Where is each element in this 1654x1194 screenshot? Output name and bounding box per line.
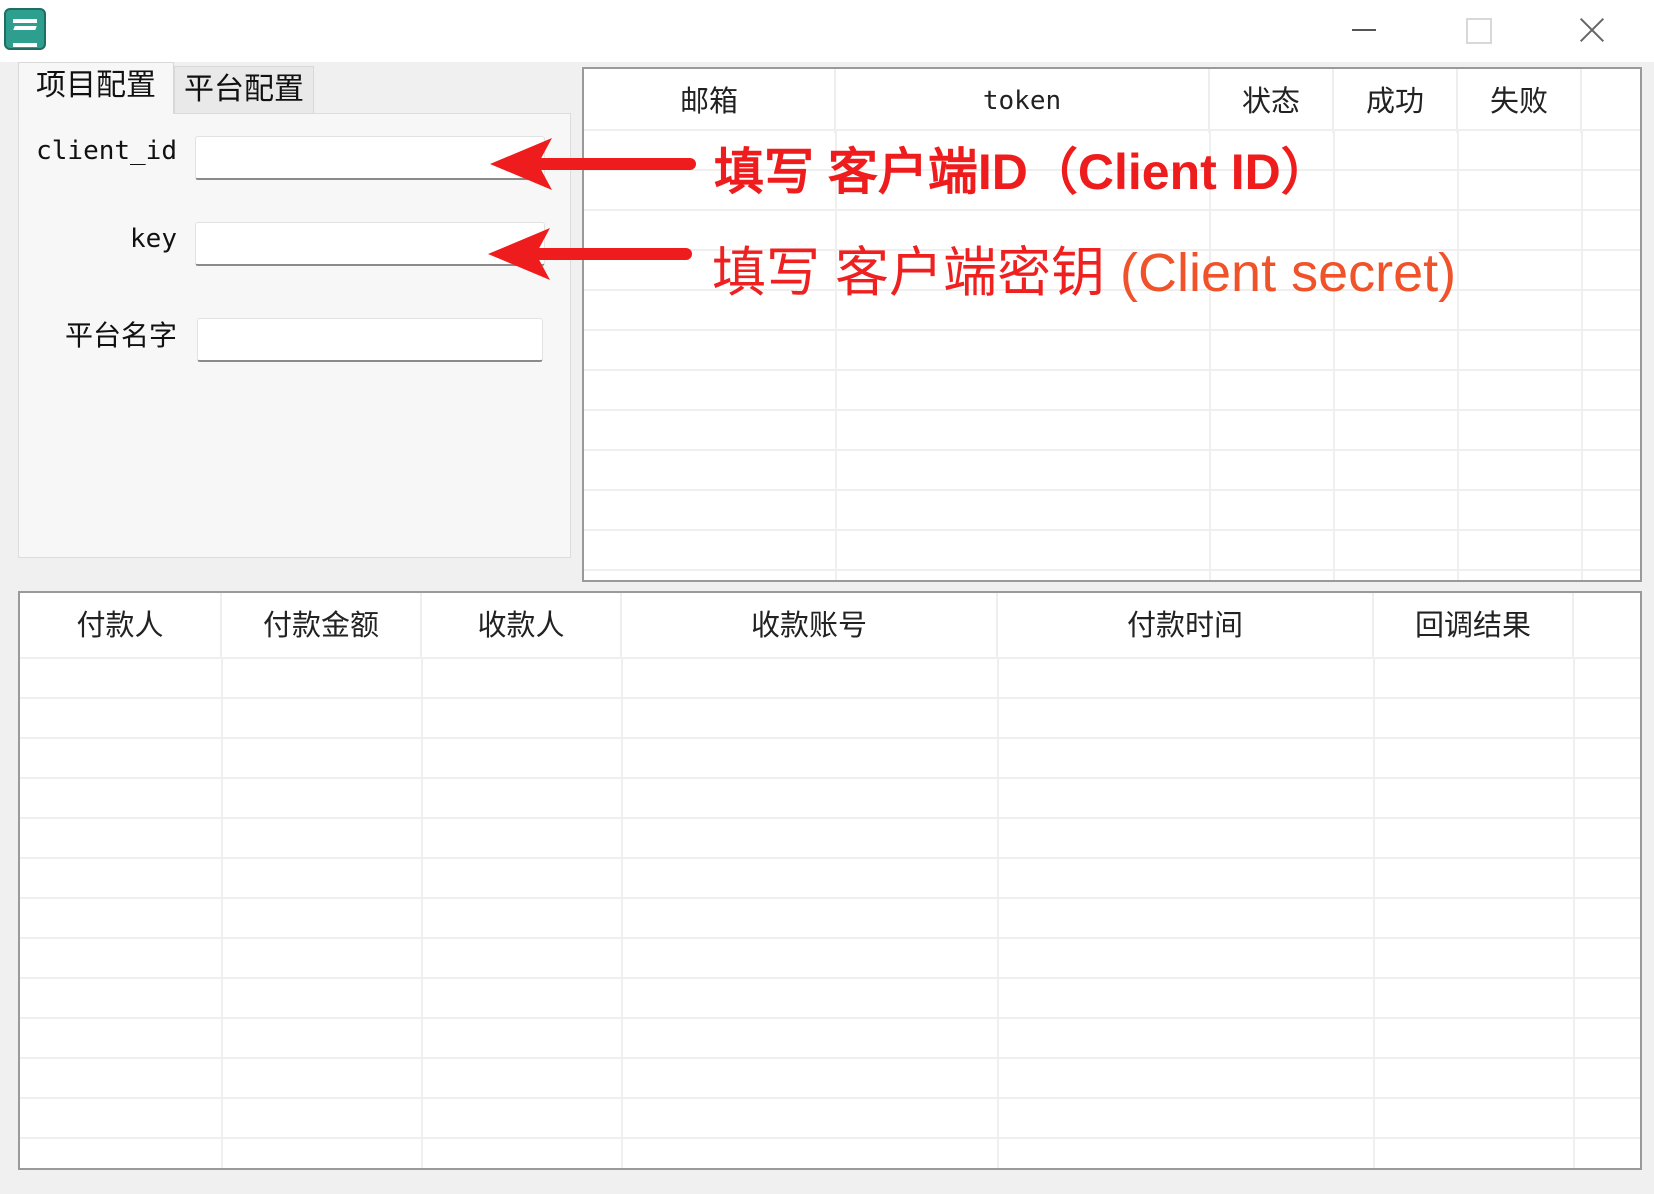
client-secret-annotation: 填写 客户端密钥 (Client secret) <box>712 228 1456 307</box>
client-id-label: client_id <box>36 136 177 166</box>
grid-column-divider <box>221 657 223 1168</box>
app-window: 平台配置 项目配置 client_id key 平台名字 邮箱 token 状态… <box>0 0 1654 1194</box>
grid-row-divider <box>20 817 1640 819</box>
arrow-left-icon <box>488 228 692 280</box>
column-header-payer[interactable]: 付款人 <box>20 593 222 657</box>
column-header-pay-time[interactable]: 付款时间 <box>998 593 1374 657</box>
client-id-annotation: 填写 客户端ID（Client ID） <box>714 132 1331 204</box>
column-header-fail[interactable]: 失败 <box>1458 69 1582 133</box>
client-secret-annotation-cn: 填写 客户端密钥 <box>712 243 1106 303</box>
grid-row-divider <box>584 529 1640 531</box>
grid-column-divider <box>1573 657 1575 1168</box>
column-header-status[interactable]: 状态 <box>1210 69 1334 133</box>
grid-row-divider <box>584 369 1640 371</box>
grid-row-divider <box>20 937 1640 939</box>
grid-column-divider <box>621 657 623 1168</box>
grid-row-divider <box>20 977 1640 979</box>
column-header-payee-account[interactable]: 收款账号 <box>622 593 998 657</box>
grid-row-divider <box>20 1137 1640 1139</box>
column-header-success[interactable]: 成功 <box>1334 69 1458 133</box>
column-header-token[interactable]: token <box>836 69 1210 133</box>
grid-row-divider <box>584 329 1640 331</box>
maximize-icon[interactable] <box>1452 10 1500 50</box>
grid-row-divider <box>584 449 1640 451</box>
payments-table[interactable]: 付款人 付款金额 收款人 收款账号 付款时间 回调结果 <box>18 591 1642 1170</box>
grid-row-divider <box>20 857 1640 859</box>
minimize-icon[interactable] <box>1340 10 1388 50</box>
grid-row-divider <box>20 657 1640 659</box>
grid-column-divider <box>1373 657 1375 1168</box>
arrow-left-icon <box>490 138 696 190</box>
grid-column-divider <box>421 657 423 1168</box>
tab-platform-config[interactable]: 平台配置 <box>174 66 314 114</box>
grid-row-divider <box>584 209 1640 211</box>
platform-name-input[interactable] <box>197 318 543 362</box>
client-secret-annotation-en: (Client secret) <box>1120 243 1457 303</box>
grid-row-divider <box>20 1017 1640 1019</box>
grid-column-divider <box>997 657 999 1168</box>
grid-row-divider <box>20 737 1640 739</box>
grid-row-divider <box>584 409 1640 411</box>
column-header-callback-result[interactable]: 回调结果 <box>1374 593 1574 657</box>
platform-name-label: 平台名字 <box>64 319 177 352</box>
accounts-table-header: 邮箱 token 状态 成功 失败 <box>584 69 1640 133</box>
grid-row-divider <box>20 1057 1640 1059</box>
grid-row-divider <box>20 897 1640 899</box>
grid-column-divider <box>1333 129 1335 580</box>
column-header-email[interactable]: 邮箱 <box>584 69 836 133</box>
grid-row-divider <box>584 569 1640 571</box>
client-id-annotation-en: （Client ID） <box>1027 144 1331 200</box>
grid-row-divider <box>20 777 1640 779</box>
title-bar <box>0 0 1654 62</box>
app-logo-icon <box>4 8 46 50</box>
project-config-panel: client_id key 平台名字 <box>18 113 571 558</box>
close-icon[interactable] <box>1572 10 1620 50</box>
payments-table-header: 付款人 付款金额 收款人 收款账号 付款时间 回调结果 <box>20 593 1640 657</box>
grid-column-divider <box>1457 129 1459 580</box>
client-id-annotation-cn: 填写 客户端ID <box>714 144 1028 200</box>
key-label: key <box>130 224 177 254</box>
column-header-payee[interactable]: 收款人 <box>422 593 622 657</box>
column-header-amount[interactable]: 付款金额 <box>222 593 422 657</box>
grid-column-divider <box>1581 129 1583 580</box>
grid-row-divider <box>584 129 1640 131</box>
grid-row-divider <box>20 697 1640 699</box>
grid-row-divider <box>584 489 1640 491</box>
grid-row-divider <box>20 1097 1640 1099</box>
tab-project-config[interactable]: 项目配置 <box>18 62 174 114</box>
